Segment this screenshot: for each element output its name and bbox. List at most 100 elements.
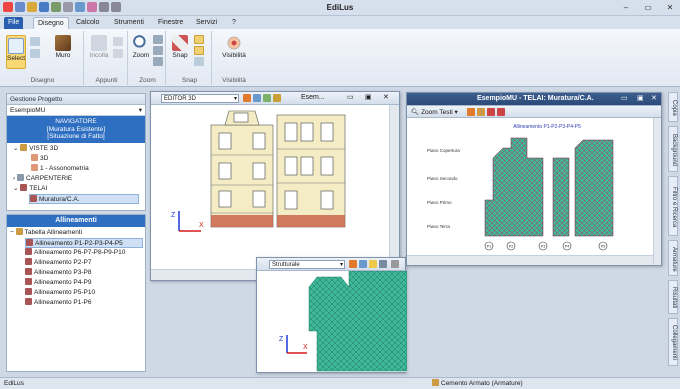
tree-muratura-ca[interactable]: Muratura/C.A. xyxy=(29,193,139,204)
mesh-drawing[interactable]: Z X xyxy=(257,271,407,372)
project-tree: ⌄ VISTE 3D 3D 1 - Assonometria › CARPENT… xyxy=(7,143,145,205)
app-title: EdiLus xyxy=(326,3,354,12)
layers-icon[interactable] xyxy=(359,260,367,268)
copy-small-icon[interactable] xyxy=(113,37,123,46)
layers2-icon[interactable] xyxy=(263,94,271,102)
print-frame-icon[interactable] xyxy=(467,108,475,116)
select-button[interactable]: Select xyxy=(6,35,26,69)
chevron-down-icon: ▾ xyxy=(138,107,142,114)
layers-icon[interactable] xyxy=(253,94,261,102)
group-appunti: Incolla Appunti xyxy=(86,31,128,85)
side-tab-risultati[interactable]: Risultati xyxy=(668,280,678,314)
frame-icon xyxy=(25,248,32,255)
status-mode: Cemento Armato (Armature) xyxy=(432,378,523,389)
snap-grid-icon[interactable] xyxy=(194,35,204,44)
line-icon[interactable] xyxy=(30,37,40,46)
restore-button[interactable]: ▭ xyxy=(642,2,654,13)
layers2-icon[interactable] xyxy=(369,260,377,268)
side-tab-armature[interactable]: Armature xyxy=(668,240,678,276)
muro-button[interactable]: Muro xyxy=(50,35,76,59)
status-left: EdiLus xyxy=(4,380,24,387)
polyline-icon[interactable] xyxy=(30,49,40,58)
alignment-item-0[interactable]: Allineamento P1-P2-P3-P4-P5 xyxy=(25,238,143,248)
more-icon[interactable] xyxy=(391,260,399,268)
telai-close-button[interactable]: ✕ xyxy=(651,94,657,102)
wire-icon[interactable] xyxy=(273,94,281,102)
window-maximize-button[interactable]: ▣ xyxy=(365,93,372,101)
window-minimize-button[interactable]: ▭ xyxy=(347,93,354,101)
render-icon[interactable] xyxy=(349,260,357,268)
snap-options-icon[interactable] xyxy=(194,57,204,66)
svg-text:Z: Z xyxy=(279,336,284,343)
close-button[interactable]: ✕ xyxy=(664,2,676,13)
telai-minimize-button[interactable]: ▭ xyxy=(621,94,628,102)
frame-icon xyxy=(25,258,32,265)
tab-calcolo[interactable]: Calcolo xyxy=(72,17,103,29)
vertical-scrollbar[interactable] xyxy=(389,105,399,280)
wire-icon[interactable] xyxy=(379,260,387,268)
strutturale-combo[interactable]: Strutturale ▾ xyxy=(269,260,345,269)
zoom-button[interactable]: Zoom xyxy=(132,35,150,59)
zoom-out-icon[interactable] xyxy=(153,46,163,55)
tab-servizi[interactable]: Servizi xyxy=(192,17,221,29)
zoom-in-icon[interactable] xyxy=(153,35,163,44)
frame-icon xyxy=(26,239,33,246)
floor-label-secondo: Piano Secondo xyxy=(427,176,458,181)
side-tab-filtro[interactable]: Filtro e Ricerca xyxy=(668,176,678,236)
zoom-extents-icon[interactable] xyxy=(153,57,163,66)
alignments-root[interactable]: − Tabella Allineamenti xyxy=(10,228,82,238)
incolla-button[interactable]: Incolla xyxy=(88,35,110,59)
side-tab-copia[interactable]: Copia xyxy=(668,92,678,122)
telai-maximize-button[interactable]: ▣ xyxy=(637,94,644,102)
group-disegno: Select Muro Disegno xyxy=(2,31,84,85)
snap-ortho-icon[interactable] xyxy=(194,46,204,55)
group-snap: Snap Snap xyxy=(168,31,212,85)
frame-drawing[interactable]: Allineamento P1-P2-P3-P4-P5 Piano Copert… xyxy=(407,118,653,255)
side-tab-background[interactable]: Background xyxy=(668,126,678,172)
telai-vertical-scrollbar[interactable] xyxy=(653,118,661,265)
cut-small-icon[interactable] xyxy=(113,49,123,58)
alignment-item-1[interactable]: Allineamento P6-P7-P8-P9-P10 xyxy=(25,248,125,258)
visibilita-button[interactable]: Visibilità xyxy=(220,35,248,59)
alignment-item-5[interactable]: Allineamento P5-P10 xyxy=(25,288,95,298)
tab-file[interactable]: File xyxy=(4,17,24,29)
facade-right xyxy=(276,114,346,228)
svg-text:X: X xyxy=(303,344,308,351)
facade-drawing[interactable]: Z X xyxy=(151,105,389,269)
export-dxf-icon[interactable] xyxy=(477,108,485,116)
alignment-item-2[interactable]: Allineamento P2-P7 xyxy=(25,258,91,268)
frame-icon xyxy=(25,298,32,305)
telai-title: EsempioMU - TELAI: Muratura/C.A. xyxy=(477,95,594,102)
export-pdf-icon[interactable] xyxy=(487,108,495,116)
frame-icon xyxy=(20,183,28,191)
render-icon[interactable] xyxy=(243,94,251,102)
wall-icon xyxy=(55,35,71,51)
alignment-item-3[interactable]: Allineamento P3-P8 xyxy=(25,268,91,278)
zoom-testi-button[interactable]: 🔍︎ Zoom Testi ▾ xyxy=(411,108,458,116)
snap-button[interactable]: Snap xyxy=(170,35,190,59)
view-combo[interactable]: EDITOR 3D ▾ xyxy=(161,94,239,103)
side-tab-collegamenti[interactable]: Collegamenti xyxy=(668,318,678,366)
export-icon[interactable] xyxy=(497,108,505,116)
alignment-item-6[interactable]: Allineamento P1-P6 xyxy=(25,298,91,308)
telai-horizontal-scrollbar[interactable] xyxy=(407,255,653,265)
tree-3d[interactable]: 3D xyxy=(31,153,48,164)
magnet-icon xyxy=(172,35,188,51)
chevron-down-icon: ▾ xyxy=(233,96,237,102)
tree-viste-3d[interactable]: ⌄ VISTE 3D xyxy=(13,143,58,154)
group-visibilita: Visibilità Visibilità xyxy=(214,31,254,85)
tree-carpenterie[interactable]: › CARPENTERIE xyxy=(13,173,72,184)
tree-assonometria[interactable]: 1 - Assonometria xyxy=(31,163,89,174)
project-panel-header: Gestione Progetto xyxy=(7,94,145,105)
tab-help[interactable]: ? xyxy=(228,17,240,29)
alignment-item-4[interactable]: Allineamento P4-P9 xyxy=(25,278,91,288)
floor-label-copertura: Piano Copertura xyxy=(427,148,460,153)
window-close-button[interactable]: ✕ xyxy=(383,93,389,101)
tab-strumenti[interactable]: Strumenti xyxy=(110,17,148,29)
minimize-button[interactable]: – xyxy=(620,2,632,13)
tree-telai[interactable]: ⌄ TELAI xyxy=(13,183,47,194)
collapse-icon: − xyxy=(10,229,16,236)
tab-disegno[interactable]: Disegno xyxy=(33,17,69,29)
project-selector[interactable]: EsempioMU ▾ xyxy=(7,105,145,116)
tab-finestre[interactable]: Finestre xyxy=(154,17,187,29)
